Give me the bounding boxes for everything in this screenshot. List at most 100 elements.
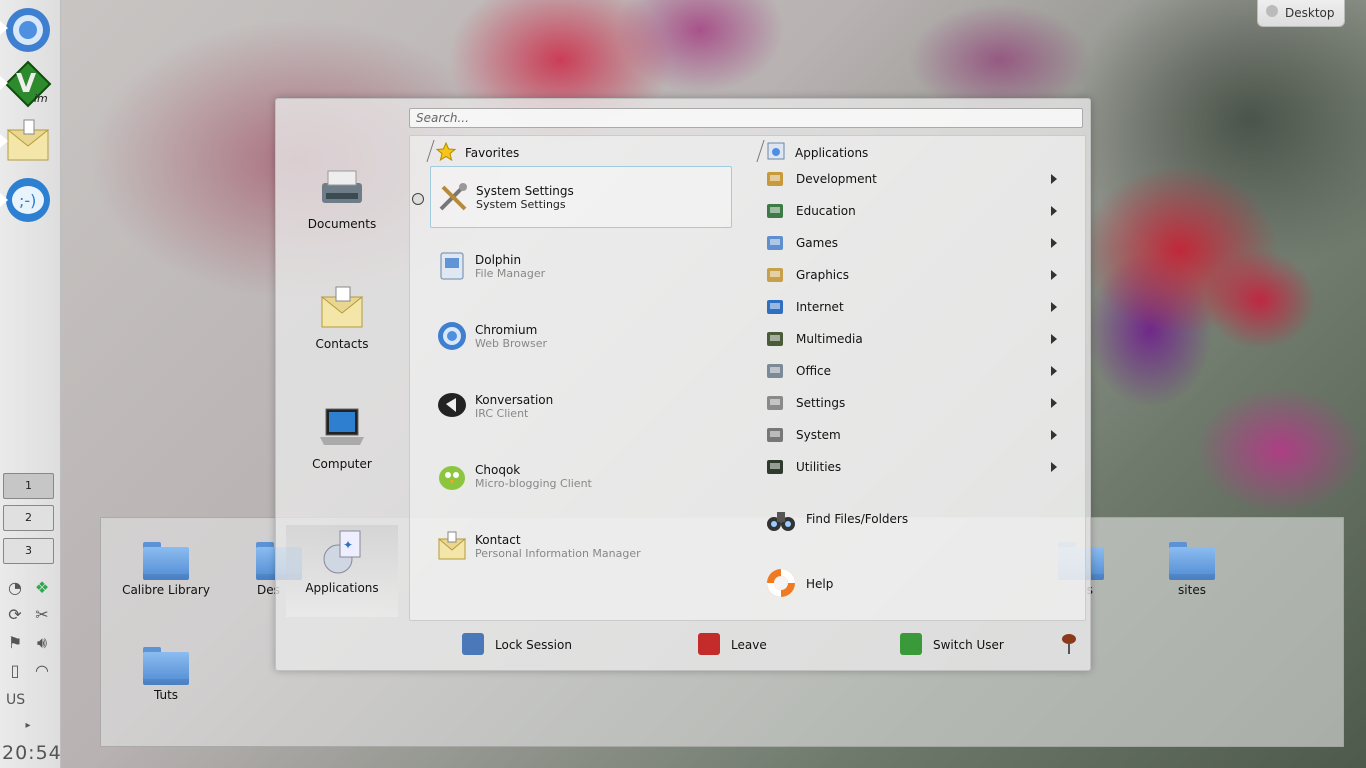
category-label: Internet bbox=[796, 300, 844, 314]
search-input[interactable] bbox=[409, 108, 1083, 128]
network-monitor-icon[interactable]: ◔ bbox=[4, 577, 26, 599]
wifi-icon[interactable]: ◠ bbox=[31, 660, 53, 682]
tab-computer[interactable]: Computer bbox=[286, 405, 398, 471]
category-office[interactable]: Office bbox=[765, 358, 1065, 384]
submenu-arrow-icon bbox=[1051, 302, 1057, 312]
divider bbox=[756, 140, 765, 162]
category-system[interactable]: System bbox=[765, 422, 1065, 448]
chromium-icon[interactable] bbox=[2, 4, 54, 56]
kontact-icon[interactable] bbox=[2, 116, 54, 168]
applications-icon: ✦ bbox=[318, 529, 366, 575]
favorite-description: Web Browser bbox=[475, 337, 548, 350]
internet-icon bbox=[765, 297, 785, 317]
applications-header-label: Applications bbox=[795, 146, 869, 160]
folder-label: sites bbox=[1178, 583, 1206, 597]
tools-icon bbox=[437, 181, 469, 213]
category-graphics[interactable]: Graphics bbox=[765, 262, 1065, 288]
favorite-item[interactable]: Dolphin File Manager bbox=[430, 236, 732, 298]
favorite-item[interactable]: Kontact Personal Information Manager bbox=[430, 516, 732, 578]
category-utilities[interactable]: Utilities bbox=[765, 454, 1065, 480]
tab-contacts[interactable]: Contacts bbox=[286, 285, 398, 351]
clipboard-icon[interactable]: ✂ bbox=[31, 604, 53, 626]
tab-label: Contacts bbox=[315, 337, 369, 351]
pager-desktop-1[interactable]: 1 bbox=[3, 473, 54, 499]
category-settings[interactable]: Settings bbox=[765, 390, 1065, 416]
desktop-toolbox-button[interactable]: Desktop bbox=[1257, 0, 1345, 27]
favorite-name: Choqok bbox=[475, 463, 521, 477]
folder-label: Calibre Library bbox=[122, 583, 210, 597]
folder-label: Tuts bbox=[153, 688, 179, 702]
category-multimedia[interactable]: Multimedia bbox=[765, 326, 1065, 352]
updates-icon[interactable]: ⟳ bbox=[4, 604, 26, 626]
desktop-toolbox-label: Desktop bbox=[1285, 6, 1335, 20]
favorite-description: File Manager bbox=[475, 267, 546, 280]
tab-label: Applications bbox=[305, 581, 379, 595]
category-label: Office bbox=[796, 364, 832, 378]
favorite-item[interactable]: Choqok Micro-blogging Client bbox=[430, 446, 732, 508]
contacts-icon bbox=[318, 285, 366, 331]
power-icon bbox=[698, 633, 720, 655]
find-files-button[interactable]: Find Files/Folders bbox=[765, 500, 1065, 540]
tab-documents[interactable]: Documents bbox=[286, 165, 398, 231]
battery-icon[interactable]: ▯ bbox=[4, 660, 26, 682]
favorite-name: Chromium bbox=[475, 323, 538, 337]
folder-item[interactable]: Tuts bbox=[111, 647, 221, 702]
desktop-toolbox-icon bbox=[1266, 5, 1278, 17]
konversation-icon[interactable]: ;-) bbox=[2, 174, 54, 226]
favorite-item[interactable]: Konversation IRC Client bbox=[430, 376, 732, 438]
favorite-description: Personal Information Manager bbox=[475, 547, 641, 560]
keyboard-layout[interactable]: US bbox=[6, 692, 25, 708]
konversation-icon bbox=[436, 390, 468, 422]
submenu-arrow-icon bbox=[1051, 206, 1057, 216]
dropbox-icon[interactable]: ❖ bbox=[31, 577, 53, 599]
gvim-icon[interactable]: Vim bbox=[2, 58, 54, 110]
divider bbox=[426, 140, 435, 162]
switch-user-button-label: Switch User bbox=[933, 638, 1004, 652]
binoculars-icon bbox=[765, 502, 797, 534]
pager-desktop-2[interactable]: 2 bbox=[3, 505, 54, 531]
favorite-name: Konversation bbox=[475, 393, 554, 407]
submenu-arrow-icon bbox=[1051, 430, 1057, 440]
tray-expand-icon[interactable]: ▸ bbox=[17, 715, 39, 737]
folder-item[interactable]: Calibre Library bbox=[111, 542, 221, 597]
leave-button-label: Leave bbox=[731, 638, 767, 652]
submenu-arrow-icon bbox=[1051, 270, 1057, 280]
find-files-label: Find Files/Folders bbox=[806, 512, 909, 526]
pin-icon[interactable] bbox=[1060, 633, 1078, 655]
multimedia-icon bbox=[765, 329, 785, 349]
tab-label: Documents bbox=[307, 217, 377, 231]
favorite-description: IRC Client bbox=[475, 407, 529, 420]
favorite-item[interactable]: Chromium Web Browser bbox=[430, 306, 732, 368]
star-icon bbox=[436, 142, 456, 162]
kontact-icon bbox=[436, 530, 468, 562]
notifications-icon[interactable]: ⚑ bbox=[4, 632, 26, 654]
folder-item[interactable]: Des bbox=[213, 542, 302, 597]
category-label: System bbox=[796, 428, 841, 442]
education-icon bbox=[765, 201, 785, 221]
lock-icon bbox=[462, 633, 484, 655]
folder-icon bbox=[143, 647, 189, 685]
folder-item[interactable]: sites bbox=[1137, 542, 1247, 597]
favorite-item[interactable]: System Settings System Settings bbox=[430, 166, 732, 228]
applications-icon bbox=[767, 142, 785, 160]
submenu-arrow-icon bbox=[1051, 334, 1057, 344]
laptop-icon bbox=[318, 405, 366, 451]
category-development[interactable]: Development bbox=[765, 166, 1065, 192]
lifebuoy-icon bbox=[765, 567, 797, 599]
pager-desktop-3[interactable]: 3 bbox=[3, 538, 54, 564]
category-education[interactable]: Education bbox=[765, 198, 1065, 224]
category-games[interactable]: Games bbox=[765, 230, 1065, 256]
help-button[interactable]: Help bbox=[765, 565, 1065, 605]
tab-applications[interactable]: ✦ Applications bbox=[286, 525, 398, 617]
clock[interactable]: 20:54 bbox=[2, 742, 62, 764]
category-label: Development bbox=[796, 172, 877, 186]
svg-text:✦: ✦ bbox=[343, 538, 353, 552]
volume-icon[interactable]: 🔊︎ bbox=[31, 632, 53, 654]
category-internet[interactable]: Internet bbox=[765, 294, 1065, 320]
development-icon bbox=[765, 169, 785, 189]
utilities-icon bbox=[765, 457, 785, 477]
dolphin-icon bbox=[436, 250, 468, 282]
kickoff-menu: Documents Contacts Computer ✦ Applicatio… bbox=[275, 98, 1091, 671]
category-label: Games bbox=[796, 236, 838, 250]
lock-session-button-label: Lock Session bbox=[495, 638, 572, 652]
